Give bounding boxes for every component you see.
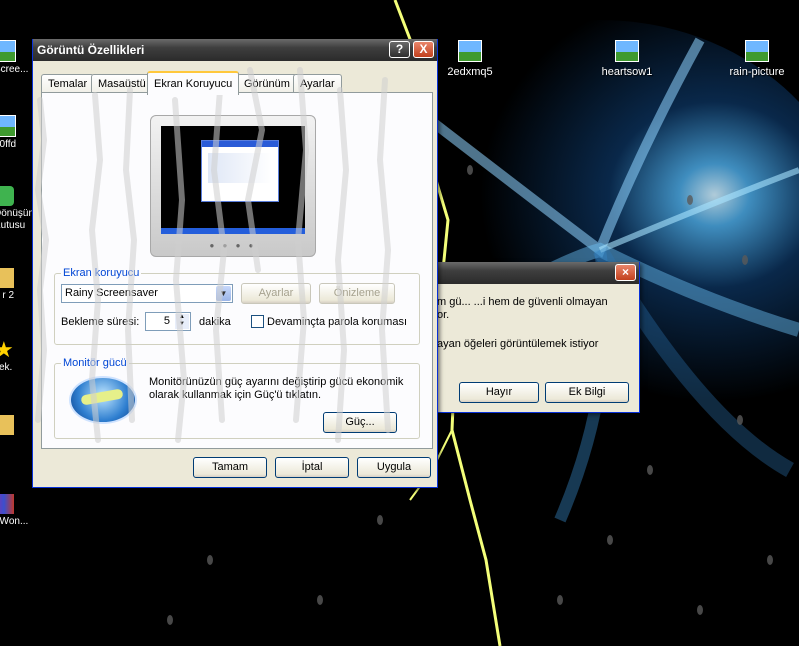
monitor-power-group: Monitör gücü Monitörünüzün güç ayarını d…	[54, 357, 420, 439]
monitor-power-group-label: Monitör gücü	[61, 357, 129, 369]
dialog-titlebar[interactable]: Görüntü Özellikleri ? X	[33, 39, 437, 61]
tab-gorunum[interactable]: Görünüm	[237, 74, 297, 93]
monitor-power-description-line: Monitörünüzün güç ayarını değiştirip güc…	[149, 376, 404, 388]
tab-ekran-koruyucu[interactable]: Ekran Koruyucu	[147, 71, 240, 95]
tab-temalar[interactable]: Temalar	[41, 74, 95, 93]
tab-ayarlar[interactable]: Ayarlar	[293, 74, 342, 93]
screensaver-group-label: Ekran koruyucu	[61, 267, 142, 279]
wait-label: Bekleme süresi:	[61, 316, 140, 328]
no-button[interactable]: Hayır	[459, 382, 539, 403]
energy-star-icon	[69, 376, 137, 424]
image-file-icon	[615, 40, 639, 62]
help-button[interactable]: ?	[389, 41, 410, 58]
tab-masaustu[interactable]: Masaüstü	[91, 74, 153, 93]
desktop-icon-label: heartsow1	[601, 66, 653, 78]
desktop-icon-heartsow1[interactable]: heartsow1	[582, 40, 672, 78]
background-dialog: × m gü... ...i hem de güvenli olmayan or…	[432, 262, 640, 413]
cancel-button[interactable]: İptal	[275, 457, 349, 478]
desktop-icon-label: a r 2	[0, 290, 15, 301]
desktop-icon-label: 2edxmq5	[447, 66, 493, 78]
chevron-down-icon[interactable]: ▼	[216, 286, 231, 301]
folder-icon	[0, 268, 14, 288]
monitor-power-description-line: olarak kullanmak için Güç'ü tıklatın.	[149, 389, 322, 401]
monitor-power-description: Monitörünüzün güç ayarını değiştirip güc…	[149, 376, 411, 402]
wait-time-stepper[interactable]: 5 ▲ ▼	[145, 312, 191, 331]
screensaver-select[interactable]: Rainy Screensaver ▼	[61, 284, 233, 303]
preview-button[interactable]: Önizleme	[319, 283, 395, 304]
security-message-line: or.	[437, 309, 450, 321]
desktop-icon-2edxmq5[interactable]: 2edxmq5	[425, 40, 515, 78]
desktop-icon-label: rain-picture	[729, 66, 785, 78]
desktop-icon-rain-picture[interactable]: rain-picture	[712, 40, 799, 78]
power-button[interactable]: Güç...	[323, 412, 397, 433]
desktop-icon-winrar[interactable]: _Won...	[0, 494, 38, 528]
folder-icon	[0, 415, 14, 435]
screensaver-tab-panel: ● ● ● ● Ekran koruyucu Rainy Screensaver…	[41, 92, 433, 449]
preview-screen	[161, 126, 305, 234]
ok-button[interactable]: Tamam	[193, 457, 267, 478]
screensaver-group: Ekran koruyucu Rainy Screensaver ▼ Ayarl…	[54, 267, 420, 345]
password-checkbox[interactable]	[251, 315, 264, 328]
desktop-icon-label: vek.	[0, 362, 13, 373]
settings-button[interactable]: Ayarlar	[241, 283, 311, 304]
desktop-icon-label: 80ffd	[0, 139, 17, 150]
wait-time-value: 5	[163, 315, 170, 327]
background-dialog-titlebar: ×	[433, 262, 639, 284]
wait-unit-label: dakika	[199, 316, 231, 328]
image-file-icon	[458, 40, 482, 62]
apply-button[interactable]: Uygula	[357, 457, 431, 478]
password-checkbox-label[interactable]: Devaminçta parola koruması	[267, 316, 407, 328]
details-button[interactable]: Ek Bilgi	[545, 382, 629, 403]
stepper-arrows-icon[interactable]: ▲ ▼	[175, 314, 189, 329]
preview-controls: ● ● ● ●	[209, 241, 257, 250]
preview-window-thumbnail	[201, 140, 279, 202]
image-file-icon	[0, 40, 16, 62]
image-file-icon	[745, 40, 769, 62]
desktop-icon-label: Scree...	[0, 64, 29, 75]
desktop-icon-label: _Won...	[0, 516, 29, 527]
image-file-icon	[0, 115, 16, 137]
security-message: m gü... ...i hem de güvenli olmayan or.	[437, 296, 637, 322]
dialog-title: Görüntü Özellikleri	[37, 43, 145, 57]
monitor-preview: ● ● ● ●	[150, 115, 316, 257]
display-properties-dialog: Görüntü Özellikleri ? X Temalar Masaüstü…	[32, 39, 438, 488]
archive-icon	[0, 494, 14, 514]
recycle-bin-icon	[0, 186, 14, 206]
star-icon: ★	[0, 337, 14, 362]
close-button[interactable]: ×	[615, 264, 636, 281]
screensaver-select-value: Rainy Screensaver	[65, 287, 158, 299]
close-button[interactable]: X	[413, 41, 434, 58]
security-question: ayan öğeleri görüntülemek istiyor	[437, 338, 599, 350]
security-message-line: m gü... ...i hem de güvenli olmayan	[437, 296, 608, 308]
